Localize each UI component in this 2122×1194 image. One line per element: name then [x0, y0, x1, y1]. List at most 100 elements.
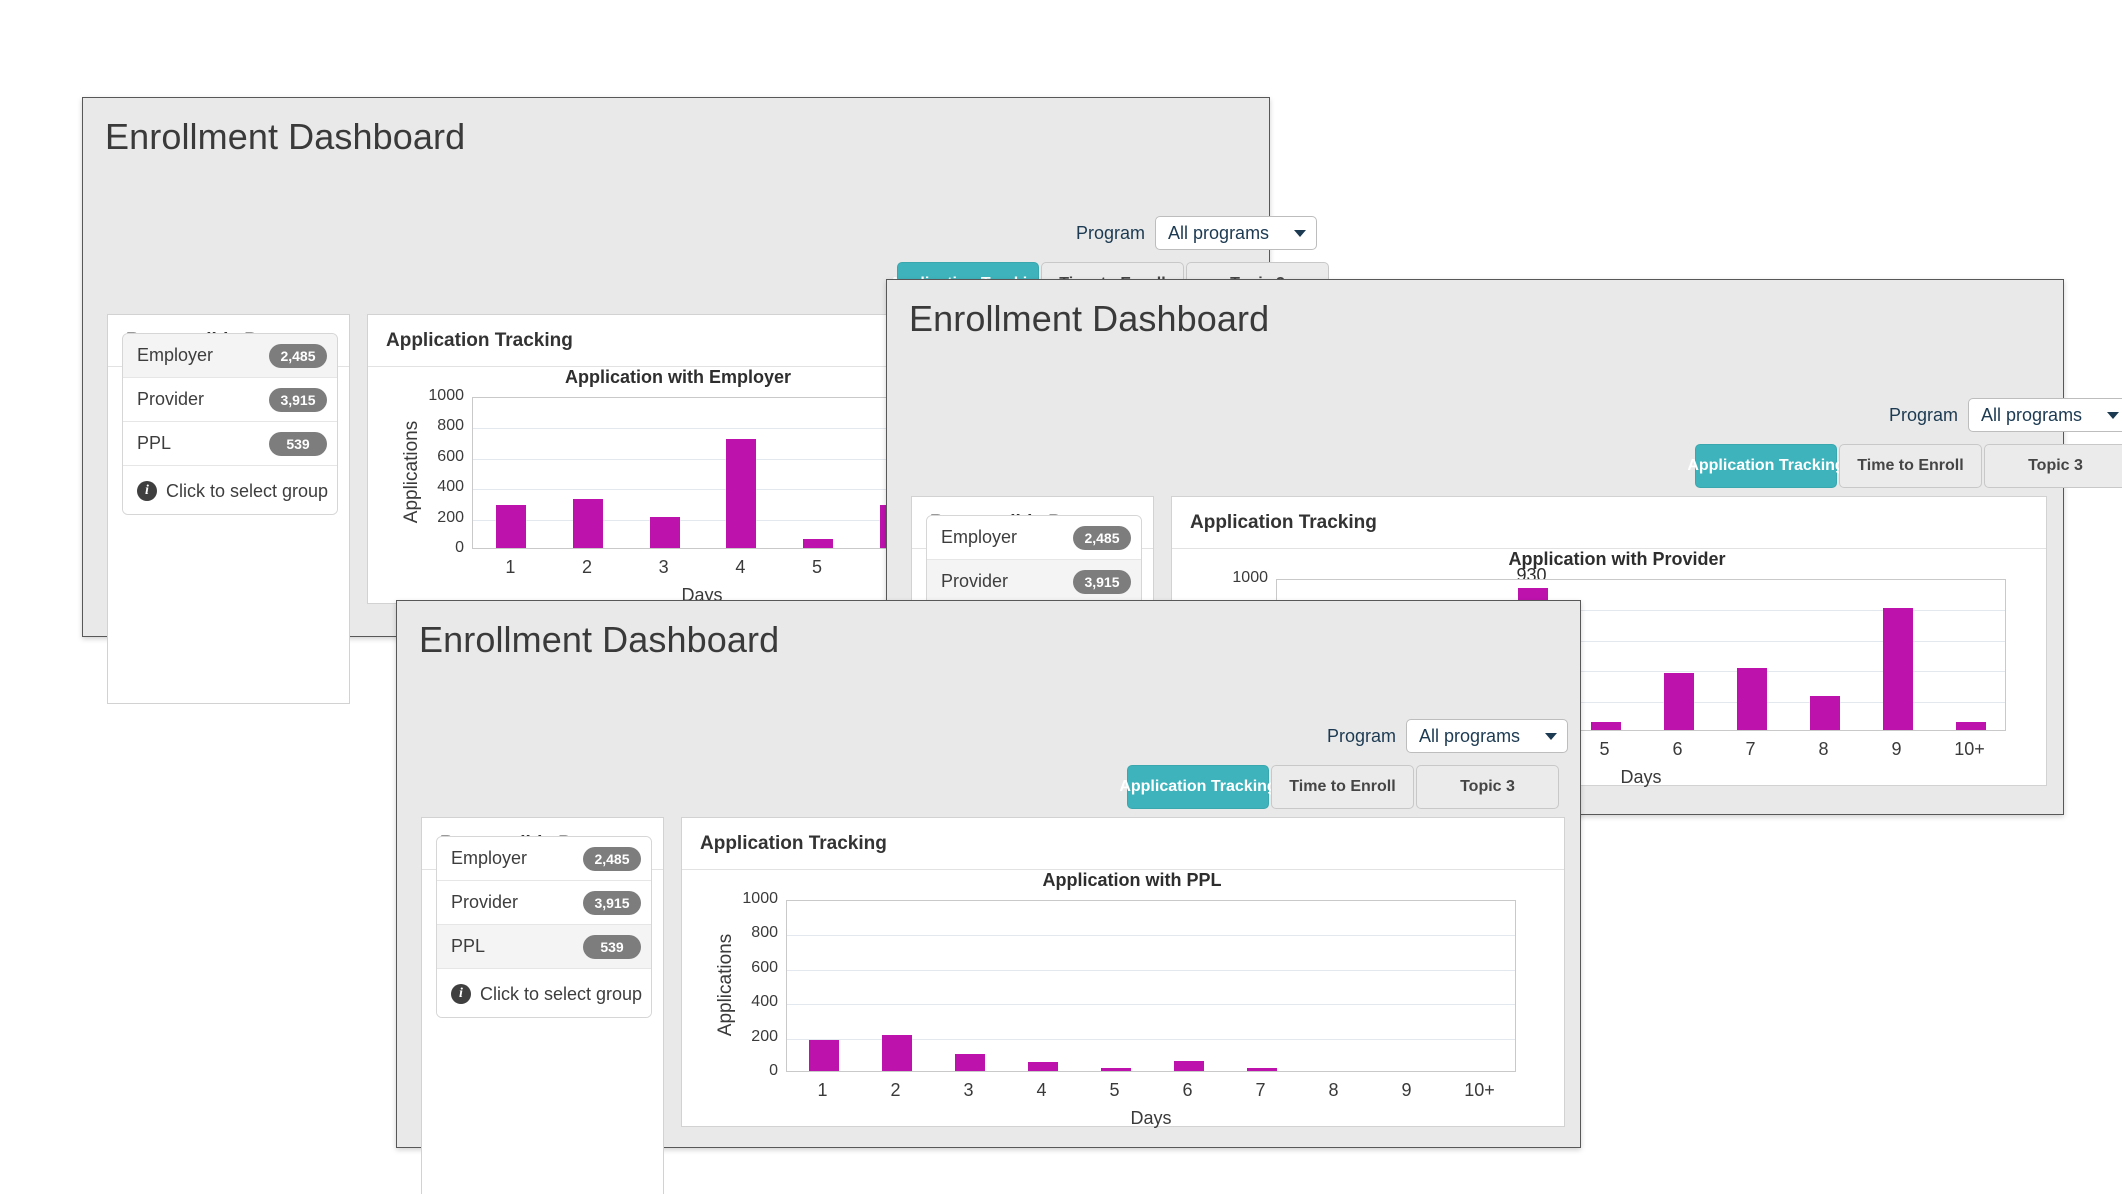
chart-x-tick: 3 — [963, 1080, 974, 1100]
responsible-party-item-count: 2,485 — [269, 343, 327, 368]
chart-bar — [1663, 673, 1694, 730]
chart-y-tick: 200 — [437, 508, 464, 526]
responsible-party-item-label: Provider — [137, 389, 205, 409]
application-tracking-heading: Application Tracking — [682, 818, 1564, 870]
chart-bar — [1246, 1068, 1277, 1071]
chart-x-tick: 6 — [1182, 1080, 1193, 1100]
chart-gridline — [473, 519, 931, 521]
chevron-down-icon — [1545, 732, 1558, 740]
chart-title: Application with Provider — [1508, 549, 1726, 569]
chart-x-tick: 8 — [1818, 739, 1829, 759]
page-title: Enrollment Dashboard — [419, 619, 780, 660]
chart-y-tick: 400 — [437, 478, 464, 496]
program-filter: Program All programs — [1076, 216, 1318, 250]
responsible-party-item-label: Employer — [941, 527, 1018, 547]
chart-y-tick: 600 — [751, 958, 778, 976]
tab-topic-3[interactable]: Topic 3 — [1416, 765, 1559, 809]
tab-time-to-enroll[interactable]: Time to Enroll — [1271, 765, 1414, 809]
responsible-party-item-count: 539 — [583, 934, 641, 959]
chart-title: Application with PPL — [1042, 870, 1222, 890]
responsible-party-panel: Responsible PartyEmployer2,485Provider3,… — [107, 314, 350, 704]
responsible-party-item-label: Provider — [451, 892, 519, 912]
tab-label: Application Tracking — [1119, 778, 1277, 795]
program-select-value: All programs — [1419, 725, 1521, 746]
tab-topic-3[interactable]: Topic 3 — [1984, 444, 2122, 488]
chart-y-tick: 0 — [455, 539, 464, 556]
bar-chart: Application with Employer Applications 0 20… — [398, 367, 958, 605]
chart-y-tick: 1000 — [1232, 569, 1268, 586]
chart-y-tick: 600 — [437, 447, 464, 465]
chart-x-tick: 7 — [1745, 739, 1756, 759]
chart-plot-area — [786, 900, 1516, 1072]
chart-y-tick: 1000 — [742, 890, 778, 907]
chart-x-tick: 9 — [1401, 1080, 1412, 1100]
select-group-hint[interactable]: i Click to select group — [123, 466, 337, 514]
chart-bar — [1027, 1062, 1058, 1071]
responsible-party-item-employer[interactable]: Employer 2,485 — [123, 334, 337, 378]
select-group-hint-text: Click to select group — [480, 983, 643, 1004]
responsible-party-item-employer[interactable]: Employer 2,485 — [437, 837, 651, 881]
chart-y-tick: 200 — [751, 1027, 778, 1045]
select-group-hint[interactable]: i Click to select group — [437, 969, 651, 1017]
chart-bar — [803, 538, 833, 548]
responsible-party-item-provider[interactable]: Provider 3,915 — [437, 881, 651, 925]
responsible-party-item-label: Employer — [137, 345, 214, 365]
chart-y-tick: 400 — [751, 993, 778, 1011]
program-filter-label: Program — [1327, 725, 1397, 746]
program-select[interactable]: All programs — [1406, 719, 1569, 753]
chart-x-tick: 8 — [1328, 1080, 1339, 1100]
application-tracking-heading-text: Application Tracking — [700, 832, 887, 854]
chart-bar — [1809, 695, 1840, 730]
responsible-party-item-count: 2,485 — [583, 846, 641, 871]
chart-bar — [1882, 608, 1913, 730]
chart-x-tick: 1 — [817, 1080, 828, 1100]
chart-bar — [1100, 1068, 1131, 1071]
responsible-party-list: Employer 2,485 Provider 3,915 PPL 539 i Click t… — [122, 333, 338, 515]
chart-gridline — [473, 458, 931, 460]
program-filter: Program All programs — [1889, 398, 2122, 432]
tab-label: Topic 3 — [2028, 457, 2083, 474]
responsible-party-item-ppl[interactable]: PPL 539 — [123, 422, 337, 466]
page-title: Enrollment Dashboard — [105, 116, 466, 157]
responsible-party-item-label: PPL — [451, 936, 486, 956]
chart-x-tick: 4 — [735, 557, 746, 577]
responsible-party-item-count: 2,485 — [1073, 525, 1131, 550]
responsible-party-item-employer[interactable]: Employer 2,485 — [927, 516, 1141, 560]
chart-x-tick: 5 — [1109, 1080, 1120, 1100]
chart-bar — [496, 504, 527, 548]
responsible-party-item-provider[interactable]: Provider 3,915 — [927, 560, 1141, 604]
page-title: Enrollment Dashboard — [909, 298, 1270, 339]
chart-plot-area — [472, 397, 932, 549]
tab-label: Time to Enroll — [1857, 457, 1964, 474]
application-tracking-heading-text: Application Tracking — [1190, 511, 1377, 533]
program-select[interactable]: All programs — [1968, 398, 2122, 432]
chart-title: Application with Employer — [564, 367, 792, 387]
chart-x-tick: 10+ — [1464, 1080, 1495, 1100]
chart-bar — [808, 1040, 839, 1071]
chart-x-axis-label: Days — [1130, 1108, 1172, 1128]
info-icon: i — [451, 984, 471, 1004]
program-select[interactable]: All programs — [1155, 216, 1318, 250]
chart-x-tick: 2 — [890, 1080, 901, 1100]
chart-bar — [881, 1035, 912, 1071]
program-select-value: All programs — [1981, 404, 2083, 425]
chart-x-tick: 1 — [505, 557, 516, 577]
chart-bar — [1736, 668, 1767, 730]
window-ppl: Enrollment Dashboard Program All programs A… — [396, 600, 1581, 1194]
tab-time-to-enroll[interactable]: Time to Enroll — [1839, 444, 1982, 488]
responsible-party-item-count: 539 — [269, 431, 327, 456]
responsible-party-item-count: 3,915 — [269, 387, 327, 412]
tab-application-tracking[interactable]: Application Tracking — [1687, 444, 1845, 488]
responsible-party-item-count: 3,915 — [1073, 569, 1131, 594]
chart-gridline — [787, 969, 1515, 971]
responsible-party-item-provider[interactable]: Provider 3,915 — [123, 378, 337, 422]
responsible-party-item-count: 3,915 — [583, 890, 641, 915]
chart-gridline — [787, 935, 1515, 937]
chart-y-tick: 800 — [437, 417, 464, 435]
chart-x-tick: 7 — [1255, 1080, 1266, 1100]
chart-x-tick: 4 — [1036, 1080, 1047, 1100]
program-filter-label: Program — [1889, 404, 1959, 425]
program-filter-label: Program — [1076, 222, 1146, 243]
responsible-party-item-ppl[interactable]: PPL 539 — [437, 925, 651, 969]
tab-application-tracking[interactable]: Application Tracking — [1119, 765, 1277, 809]
